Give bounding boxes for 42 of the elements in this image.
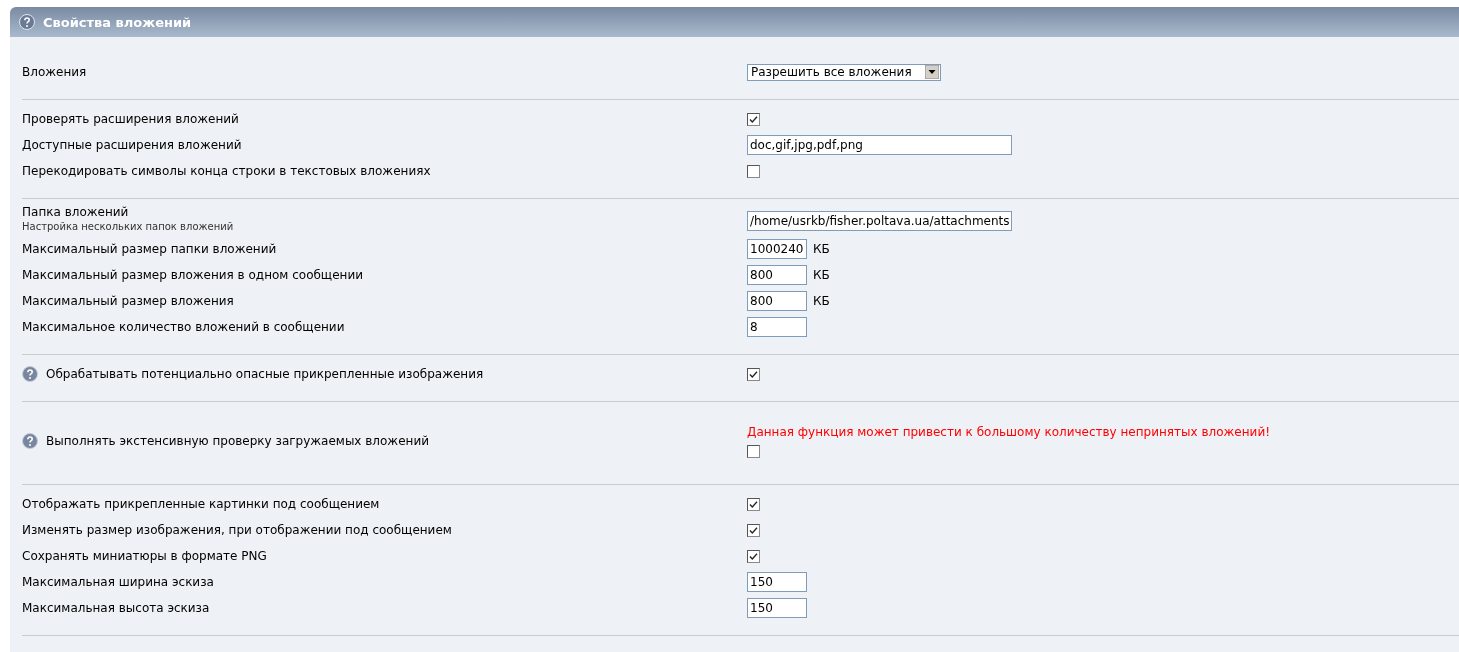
input-field[interactable]: /home/usrkb/fisher.poltava.ua/attachments bbox=[747, 210, 1012, 231]
setting-label: Выполнять экстенсивную проверку загружаемых вложений bbox=[46, 434, 429, 448]
unit-label: КБ bbox=[813, 268, 830, 282]
input-field[interactable]: 800 bbox=[747, 291, 807, 311]
input-field[interactable]: doc,gif,jpg,pdf,png bbox=[747, 135, 1012, 155]
setting-note: Настройка нескольких папок вложений bbox=[22, 221, 234, 232]
panel-title: Свойства вложений bbox=[43, 14, 192, 30]
setting-label: Изменять размер изображения, при отображении под сообщением bbox=[22, 523, 452, 537]
warning-text: Данная функция может привести к большому количеству непринятых вложений! bbox=[747, 424, 1270, 439]
checkbox[interactable] bbox=[747, 497, 760, 511]
caret-icon bbox=[925, 65, 939, 79]
input-field[interactable]: 800 bbox=[747, 265, 807, 285]
unit-label: КБ bbox=[813, 294, 830, 308]
setting-label: Максимальное количество вложений в сообщении bbox=[22, 320, 345, 334]
checkbox[interactable] bbox=[747, 367, 760, 381]
help-icon[interactable] bbox=[22, 366, 38, 382]
checkbox[interactable] bbox=[747, 523, 760, 537]
input-field[interactable]: 1000240 bbox=[747, 239, 807, 259]
setting-label: Проверять расширения вложений bbox=[22, 112, 239, 126]
input-field[interactable]: 8 bbox=[747, 317, 807, 337]
setting-label: Максимальная высота эскиза bbox=[22, 601, 210, 615]
input-field[interactable]: 150 bbox=[747, 598, 807, 618]
setting-label: Обрабатывать потенциально опасные прикрепленные изображения bbox=[46, 367, 484, 381]
setting-label: Максимальный размер вложения в одном сообщении bbox=[22, 268, 363, 282]
setting-label: Отображать прикрепленные картинки под сообщением bbox=[22, 497, 380, 511]
setting-label: Доступные расширения вложений bbox=[22, 138, 242, 152]
checkbox[interactable] bbox=[747, 112, 760, 126]
setting-label: Максимальный размер папки вложений bbox=[22, 242, 277, 256]
help-icon[interactable] bbox=[19, 14, 35, 30]
setting-label: Вложения bbox=[22, 65, 87, 79]
setting-label: Максимальная ширина эскиза bbox=[22, 575, 214, 589]
setting-label: Перекодировать символы конца строки в текстовых вложениях bbox=[22, 164, 431, 178]
unit-label: КБ bbox=[813, 242, 830, 256]
dropdown[interactable]: Разрешить все вложения bbox=[747, 63, 941, 81]
setting-label: Папка вложений bbox=[22, 205, 130, 219]
setting-label: Сохранять миниатюры в формате PNG bbox=[22, 549, 267, 563]
input-field[interactable]: 150 bbox=[747, 572, 807, 592]
checkbox[interactable] bbox=[747, 444, 760, 458]
checkbox[interactable] bbox=[747, 164, 760, 178]
help-icon[interactable] bbox=[22, 433, 38, 449]
checkbox[interactable] bbox=[747, 549, 760, 563]
setting-label: Максимальный размер вложения bbox=[22, 294, 234, 308]
